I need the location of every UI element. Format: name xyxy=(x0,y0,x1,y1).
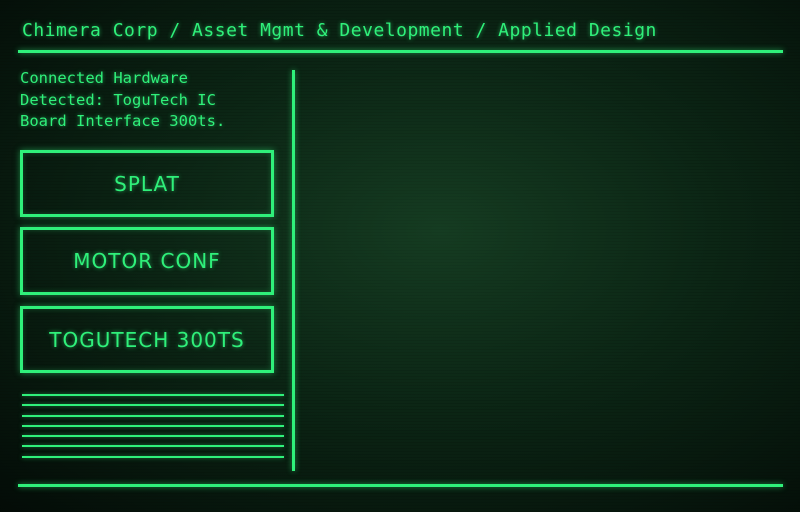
header-divider xyxy=(18,50,783,53)
breadcrumb: Chimera Corp / Asset Mgmt & Development … xyxy=(22,20,657,41)
stripe-line xyxy=(22,445,284,448)
main-display-panel xyxy=(300,60,785,480)
hardware-status: Connected Hardware Detected: ToguTech IC… xyxy=(20,68,288,133)
stripe-line xyxy=(22,394,284,396)
stripe-line xyxy=(22,404,284,407)
togutech-300ts-button-label: TOGUTECH 300TS xyxy=(49,327,245,352)
stripe-line xyxy=(22,424,284,427)
sidebar-divider xyxy=(292,70,295,471)
splat-button-label: SPLAT xyxy=(114,171,180,196)
togutech-300ts-button[interactable]: TOGUTECH 300TS xyxy=(20,306,274,373)
motor-conf-button[interactable]: MOTOR CONF xyxy=(20,227,274,295)
status-line-3: Board Interface 300ts. xyxy=(20,112,226,130)
decorative-stripes xyxy=(22,394,284,466)
footer-divider xyxy=(18,484,783,487)
stripe-line xyxy=(22,455,284,458)
stripe-line xyxy=(22,435,284,438)
motor-conf-button-label: MOTOR CONF xyxy=(73,249,221,273)
stripe-line xyxy=(22,414,284,417)
status-line-2: Detected: ToguTech IC xyxy=(20,90,216,109)
splat-button[interactable]: SPLAT xyxy=(20,150,274,217)
status-line-1: Connected Hardware xyxy=(20,69,188,87)
terminal-screen: Chimera Corp / Asset Mgmt & Development … xyxy=(0,0,800,512)
